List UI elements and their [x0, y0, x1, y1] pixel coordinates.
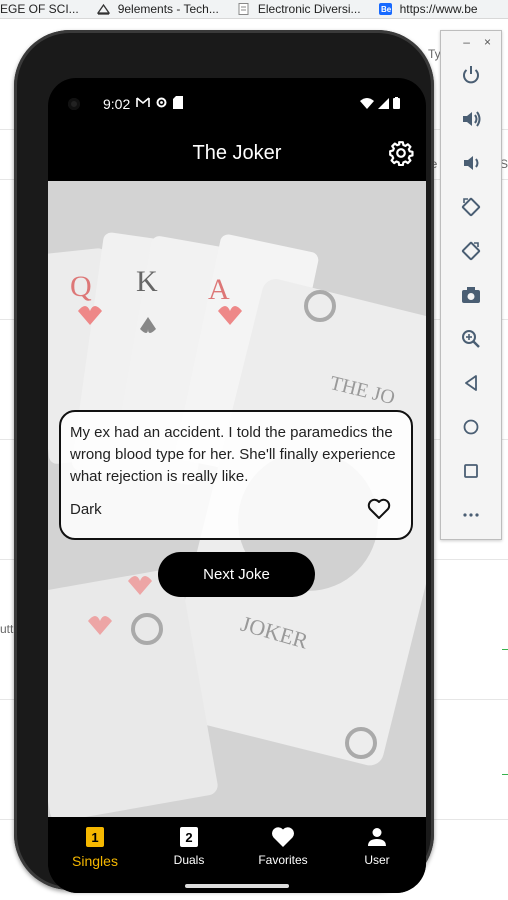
power-button[interactable]	[441, 53, 501, 97]
sd-card-icon	[173, 96, 183, 109]
joke-category: Dark	[70, 501, 102, 518]
background-text: utt	[0, 622, 14, 636]
indicator-line	[502, 649, 508, 650]
back-triangle-icon	[465, 375, 477, 391]
power-icon	[463, 66, 479, 84]
emulator-toolbar: – ×	[440, 30, 502, 540]
browser-tab-strip: EGE OF SCI... 9elements - Tech... Electr…	[0, 0, 508, 19]
nav-item-user[interactable]: User	[330, 825, 424, 867]
heart-icon[interactable]	[367, 498, 391, 520]
gear-icon[interactable]	[388, 140, 414, 166]
background-text: Ty	[428, 47, 441, 61]
behance-icon: Be	[378, 3, 392, 15]
gmail-icon	[136, 97, 150, 107]
volume-down-icon	[464, 156, 479, 170]
more-dots-icon	[463, 513, 479, 517]
home-circle-icon	[463, 419, 479, 435]
home-indicator[interactable]	[185, 884, 289, 888]
heart-filled-icon	[272, 827, 294, 847]
system-icons	[360, 97, 400, 109]
minimize-button[interactable]: –	[463, 35, 470, 49]
app-title: The Joker	[192, 142, 282, 164]
volume-down-button[interactable]	[441, 141, 501, 185]
more-button[interactable]	[441, 493, 501, 537]
document-icon	[238, 3, 249, 15]
nav-item-favorites[interactable]: Favorites	[236, 825, 330, 867]
content-area: Q K A THE JO JOKER My ex had an accident…	[48, 181, 426, 817]
status-bar: 9:02	[48, 78, 426, 128]
wifi-icon	[360, 97, 374, 109]
bottom-navigation: 1 Singles 2 Duals Favorites User	[48, 817, 426, 893]
settings-notification-icon	[156, 97, 167, 108]
home-button[interactable]	[441, 405, 501, 449]
rotate-left-icon	[461, 197, 481, 217]
camera-icon	[462, 287, 480, 303]
svg-text:K: K	[136, 265, 158, 298]
back-button[interactable]	[441, 361, 501, 405]
zoom-icon	[462, 330, 480, 348]
singles-icon: 1	[86, 827, 104, 847]
nav-label: User	[364, 853, 390, 867]
rotate-left-button[interactable]	[441, 185, 501, 229]
battery-icon	[393, 97, 400, 109]
browser-tab[interactable]: 9elements - Tech...	[96, 2, 219, 16]
status-time: 9:02	[103, 96, 131, 112]
nav-label: Favorites	[258, 853, 308, 867]
rotate-right-icon	[461, 241, 481, 261]
browser-tab[interactable]: Be https://www.be	[378, 2, 478, 16]
tab-label: 9elements - Tech...	[117, 2, 219, 16]
tab-label: Electronic Diversi...	[257, 2, 361, 16]
next-joke-button[interactable]: Next Joke	[158, 552, 315, 597]
phone-frame: 9:02 The Joker Q K A THE JO JOKER My ex …	[14, 30, 434, 893]
app-bar: The Joker	[48, 128, 426, 180]
close-button[interactable]: ×	[484, 35, 491, 49]
nav-item-singles[interactable]: 1 Singles	[48, 825, 142, 869]
notification-icons	[136, 96, 183, 109]
svg-text:A: A	[208, 273, 230, 306]
svg-text:Be: Be	[381, 5, 392, 14]
nav-label: Duals	[173, 853, 205, 867]
overview-button[interactable]	[441, 449, 501, 493]
overview-square-icon	[464, 464, 478, 478]
nav-label: Singles	[72, 853, 118, 869]
joke-card: My ex had an accident. I told the parame…	[59, 410, 413, 540]
zoom-button[interactable]	[441, 317, 501, 361]
triangle-icon	[96, 3, 110, 15]
camera-icon	[68, 98, 80, 110]
joke-text: My ex had an accident. I told the parame…	[70, 424, 396, 485]
duals-icon: 2	[180, 827, 198, 847]
screenshot-button[interactable]	[441, 273, 501, 317]
volume-up-icon	[463, 111, 481, 127]
phone-screen: 9:02 The Joker Q K A THE JO JOKER My ex …	[48, 78, 426, 893]
svg-text:Q: Q	[70, 270, 92, 303]
tab-label: EGE OF SCI...	[0, 2, 79, 16]
volume-up-button[interactable]	[441, 97, 501, 141]
browser-tab[interactable]: Electronic Diversi...	[237, 2, 361, 16]
user-icon	[368, 828, 386, 846]
browser-tab[interactable]: EGE OF SCI...	[0, 2, 79, 16]
indicator-line	[502, 774, 508, 775]
nav-item-duals[interactable]: 2 Duals	[142, 825, 236, 867]
signal-icon	[378, 97, 389, 109]
tab-label: https://www.be	[399, 2, 478, 16]
rotate-right-button[interactable]	[441, 229, 501, 273]
